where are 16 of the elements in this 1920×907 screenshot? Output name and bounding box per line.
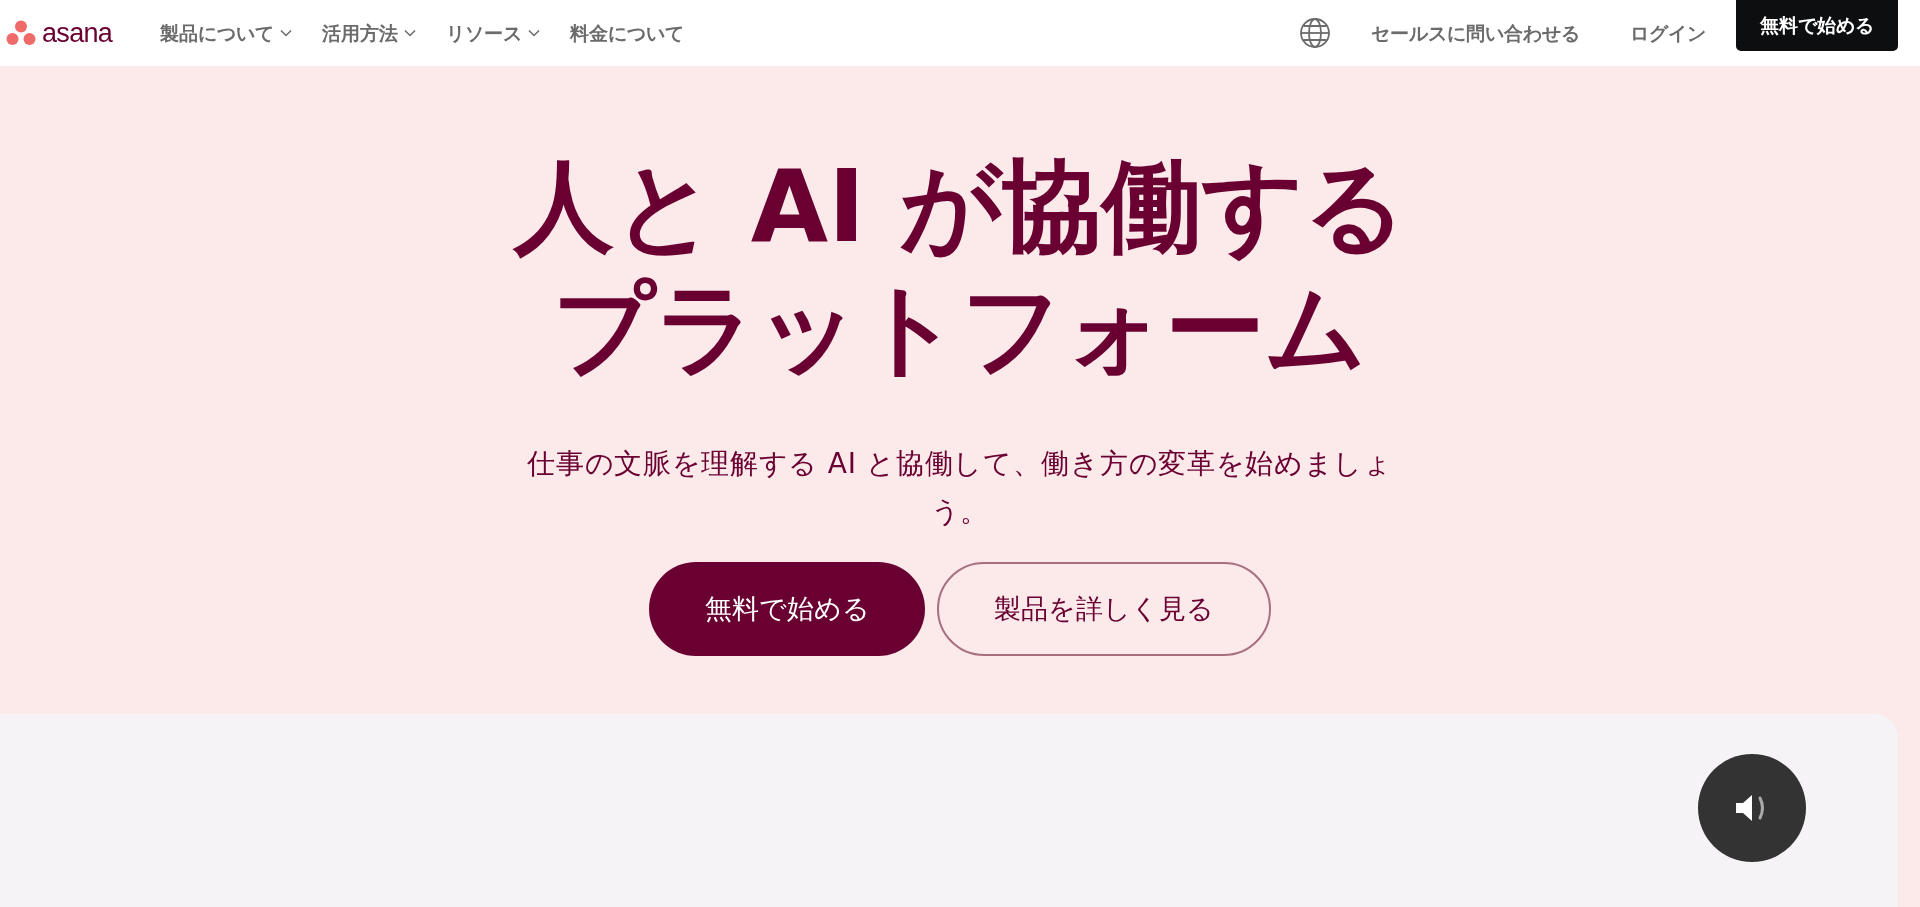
nav-link[interactable]: 活用方法	[322, 18, 417, 48]
logo-dots-icon	[6, 20, 36, 46]
hero-subtitle: 仕事の文脈を理解する AI と協働して、働き方の変革を始めましょう。	[526, 446, 1394, 530]
hero-title-line: 人と AI が協働する	[513, 147, 1407, 267]
nav-link[interactable]: 製品について	[160, 18, 293, 48]
product-details-button[interactable]: 製品を詳しく見る	[937, 562, 1271, 656]
nav-link[interactable]: リソース	[446, 18, 541, 48]
globe-icon[interactable]	[1299, 17, 1331, 49]
logo-wordmark: asana	[42, 16, 113, 50]
start-free-button[interactable]: 無料で始める	[649, 562, 925, 656]
contact-sales-link[interactable]: セールスに問い合わせる	[1371, 18, 1580, 48]
hero-title-line: プラットフォーム	[553, 269, 1367, 389]
asana-logo[interactable]: asana	[6, 12, 113, 54]
login-link[interactable]: ログイン	[1630, 18, 1706, 48]
nav-link[interactable]: 料金について	[570, 18, 685, 48]
start-free-button[interactable]: 無料で始める	[1736, 0, 1898, 51]
